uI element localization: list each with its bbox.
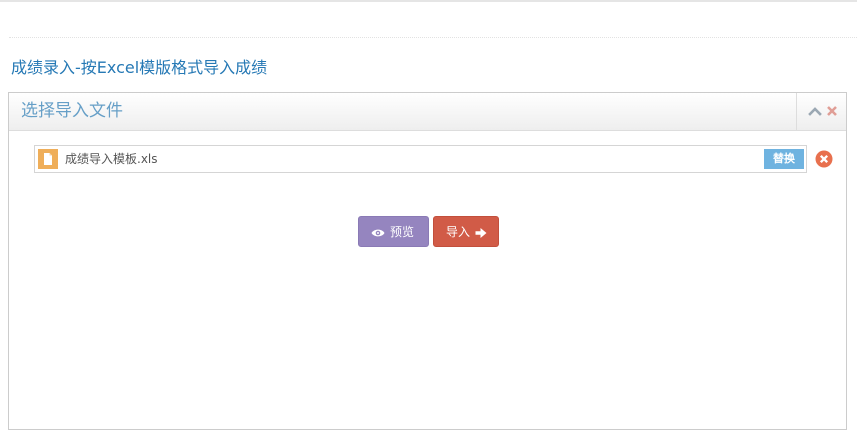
import-button[interactable]: 导入 bbox=[433, 216, 499, 247]
remove-circle-icon[interactable] bbox=[815, 150, 833, 168]
replace-button[interactable]: 替换 bbox=[764, 149, 804, 169]
preview-button[interactable]: 预览 bbox=[358, 216, 429, 247]
file-input[interactable]: 成绩导入模板.xls 替换 bbox=[34, 145, 807, 173]
widget-toolbar bbox=[796, 93, 846, 130]
widget-header: 选择导入文件 bbox=[9, 93, 846, 131]
top-border bbox=[0, 0, 857, 2]
arrow-right-icon bbox=[475, 228, 487, 238]
eye-icon bbox=[371, 229, 385, 237]
file-icon bbox=[38, 149, 58, 169]
preview-label: 预览 bbox=[390, 225, 415, 239]
widget-title: 选择导入文件 bbox=[21, 101, 123, 121]
close-icon[interactable] bbox=[824, 102, 840, 120]
import-label: 导入 bbox=[446, 225, 471, 239]
file-name: 成绩导入模板.xls bbox=[65, 152, 158, 166]
page-title: 成绩录入-按Excel模版格式导入成绩 bbox=[11, 58, 268, 77]
chevron-up-icon[interactable] bbox=[807, 102, 823, 120]
header-separator bbox=[9, 37, 857, 38]
file-select-widget: 选择导入文件 成绩导入模板.xls 替换 预览 导入 bbox=[8, 92, 847, 430]
